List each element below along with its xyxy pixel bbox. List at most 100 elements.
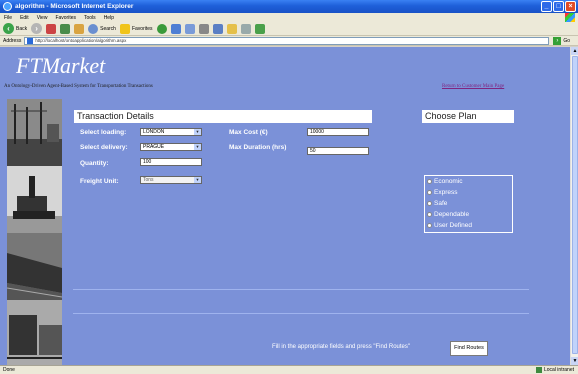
window-title: algorithm - Microsoft Internet Explorer [15, 3, 134, 10]
photo-freight-wagon [7, 300, 62, 365]
menu-edit[interactable]: Edit [20, 15, 29, 21]
radio-button[interactable] [427, 179, 432, 184]
scroll-up-icon[interactable]: ▲ [571, 47, 578, 55]
discuss-icon[interactable] [254, 23, 265, 34]
choose-plan-title: Choose Plan [422, 110, 514, 123]
plan-option-label: Dependable [434, 211, 470, 218]
back-button[interactable]: ‹ Back [3, 23, 27, 34]
folder-icon[interactable] [226, 23, 237, 34]
window-titlebar: algorithm - Microsoft Internet Explorer … [0, 0, 578, 13]
chevron-down-icon: ▼ [194, 177, 201, 183]
search-label: Search [100, 25, 116, 32]
zone-label: Local intranet [543, 367, 574, 373]
favorites-label: Favorites [131, 25, 153, 32]
delivery-value: PRAGUE [143, 144, 165, 150]
plan-option-label: User Defined [434, 222, 472, 229]
address-url: http://localhost/ontoapplication/algorit… [35, 38, 127, 43]
plan-option-user-defined[interactable]: User Defined [425, 220, 512, 231]
intranet-icon [535, 367, 542, 373]
divider-top [73, 289, 529, 290]
plan-option-label: Express [434, 189, 458, 196]
menu-help[interactable]: Help [104, 15, 114, 21]
menu-view[interactable]: View [37, 15, 48, 21]
loading-label: Select loading: [80, 129, 127, 136]
photo-train [7, 233, 62, 300]
freight-unit-label: Freight Unit: [80, 178, 119, 185]
plan-option-label: Safe [434, 200, 448, 207]
edit-icon[interactable] [212, 23, 223, 34]
plan-option-dependable[interactable]: Dependable [425, 209, 512, 220]
plan-options: Economic Express Safe Dependable User De… [424, 175, 513, 233]
max-duration-label: Max Duration (hrs) [229, 144, 287, 151]
mail-icon[interactable] [184, 23, 195, 34]
favorites-button[interactable]: Favorites [119, 23, 153, 34]
divider-bottom [73, 313, 529, 314]
browser-toolbar: ‹ Back › Search Favorites [0, 22, 578, 36]
transport-photos [7, 99, 62, 365]
stop-icon[interactable] [46, 23, 57, 34]
quantity-label: Quantity: [80, 160, 109, 167]
search-button[interactable]: Search [88, 23, 116, 34]
go-arrow-icon[interactable]: › [553, 36, 562, 45]
radio-button[interactable] [427, 212, 432, 217]
messenger-icon[interactable] [240, 23, 251, 34]
media-icon[interactable] [156, 23, 167, 34]
go-button[interactable]: Go [563, 38, 570, 44]
menu-tools[interactable]: Tools [84, 15, 96, 21]
ftmarket-logo: FTMarket [16, 53, 106, 78]
address-label: Address [3, 37, 22, 44]
max-cost-label: Max Cost (€) [229, 129, 268, 136]
max-cost-input[interactable]: 10000 [307, 128, 369, 136]
transaction-details-title: Transaction Details [74, 110, 372, 123]
menu-file[interactable]: File [4, 15, 12, 21]
back-label: Back [16, 25, 28, 32]
freight-unit-value: Tons [143, 177, 154, 183]
close-button[interactable]: × [565, 1, 576, 12]
star-icon [119, 23, 130, 34]
maximize-button[interactable]: □ [553, 1, 564, 12]
page-subtitle: An Ontology-Driven Agent-Based System fo… [4, 84, 153, 89]
chevron-down-icon: ▼ [194, 144, 201, 150]
address-bar: Address http://localhost/ontoapplication… [0, 36, 578, 46]
print-icon[interactable] [198, 23, 209, 34]
photo-port-cranes [7, 99, 62, 166]
minimize-button[interactable]: _ [541, 1, 552, 12]
radio-button[interactable] [427, 201, 432, 206]
return-to-main-link[interactable]: Return to Customer Main Page [442, 84, 504, 89]
photo-steamship [7, 166, 62, 233]
refresh-icon[interactable] [60, 23, 71, 34]
vertical-scrollbar[interactable]: ▲ ▼ [570, 47, 578, 365]
loading-value: LONDON [143, 129, 165, 135]
radio-button[interactable] [427, 190, 432, 195]
status-text: Done [3, 367, 15, 373]
freight-unit-select[interactable]: Tons ▼ [140, 176, 202, 184]
chevron-down-icon: ▼ [194, 129, 201, 135]
search-icon [88, 23, 99, 34]
security-zone: Local intranet [535, 367, 574, 373]
plan-option-label: Economic [434, 178, 463, 185]
address-input[interactable]: http://localhost/ontoapplication/algorit… [24, 36, 550, 45]
radio-button[interactable] [427, 223, 432, 228]
status-bar: Done Local intranet [0, 365, 578, 374]
menu-bar: File Edit View Favorites Tools Help [0, 13, 578, 22]
plan-option-express[interactable]: Express [425, 187, 512, 198]
loading-select[interactable]: LONDON ▼ [140, 128, 202, 136]
back-arrow-icon: ‹ [3, 23, 14, 34]
scroll-thumb[interactable] [572, 56, 578, 354]
find-routes-button[interactable]: Find Routes [450, 341, 488, 356]
instruction-text: Fill in the appropriate fields and press… [272, 344, 410, 350]
ie-icon [3, 2, 12, 11]
menu-favorites[interactable]: Favorites [55, 15, 76, 21]
quantity-input[interactable]: 100 [140, 158, 202, 166]
max-duration-input[interactable]: 50 [307, 147, 369, 155]
plan-option-safe[interactable]: Safe [425, 198, 512, 209]
home-icon[interactable] [74, 23, 85, 34]
scroll-down-icon[interactable]: ▼ [571, 357, 578, 365]
forward-button[interactable]: › [31, 23, 43, 34]
delivery-select[interactable]: PRAGUE ▼ [140, 143, 202, 151]
windows-logo-icon [565, 13, 575, 22]
history-icon[interactable] [170, 23, 181, 34]
page-content: FTMarket An Ontology-Driven Agent-Based … [0, 47, 570, 365]
delivery-label: Select delivery: [80, 144, 128, 151]
plan-option-economic[interactable]: Economic [425, 176, 512, 187]
